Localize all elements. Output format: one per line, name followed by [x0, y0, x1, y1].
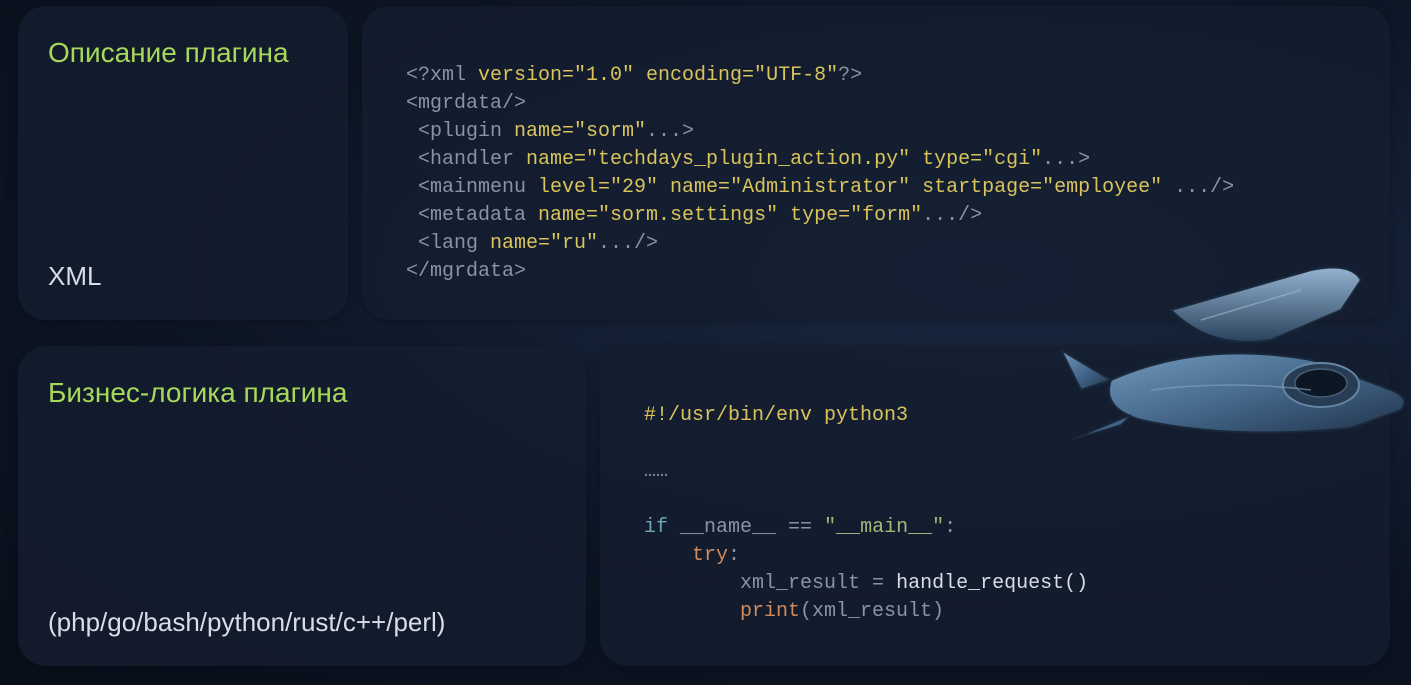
plugin-description-label-panel: Описание плагина XML	[18, 6, 348, 320]
xml-line-5: <mainmenu level="29" name="Administrator…	[406, 176, 1234, 199]
py-line-1: #!/usr/bin/env python3	[644, 404, 908, 427]
xml-line-1: <?xml version="1.0" encoding="UTF-8"?>	[406, 64, 862, 87]
py-line-5: xml_result = handle_request()	[644, 572, 1088, 595]
plugin-description-sub: XML	[48, 261, 318, 292]
xml-code-block: <?xml version="1.0" encoding="UTF-8"?> <…	[406, 34, 1346, 286]
business-logic-sub: (php/go/bash/python/rust/c++/perl)	[48, 607, 556, 638]
py-line-6: print(xml_result)	[644, 600, 944, 623]
xml-line-3: <plugin name="sorm"...>	[406, 120, 694, 143]
business-logic-title: Бизнес-логика плагина	[48, 374, 556, 412]
xml-line-7: <lang name="ru".../>	[406, 232, 658, 255]
py-line-3: if __name__ == "__main__":	[644, 516, 956, 539]
xml-line-6: <metadata name="sorm.settings" type="for…	[406, 204, 982, 227]
py-line-2: ……	[644, 460, 668, 483]
xml-line-2: <mgrdata/>	[406, 92, 526, 115]
xml-code-panel: <?xml version="1.0" encoding="UTF-8"?> <…	[362, 6, 1390, 320]
py-line-4: try:	[644, 544, 740, 567]
business-logic-label-panel: Бизнес-логика плагина (php/go/bash/pytho…	[18, 346, 586, 666]
python-code-panel: #!/usr/bin/env python3 …… if __name__ ==…	[600, 346, 1390, 666]
plugin-description-title: Описание плагина	[48, 34, 318, 72]
python-code-block: #!/usr/bin/env python3 …… if __name__ ==…	[644, 374, 1346, 626]
xml-line-4: <handler name="techdays_plugin_action.py…	[406, 148, 1090, 171]
xml-line-8: </mgrdata>	[406, 260, 526, 283]
